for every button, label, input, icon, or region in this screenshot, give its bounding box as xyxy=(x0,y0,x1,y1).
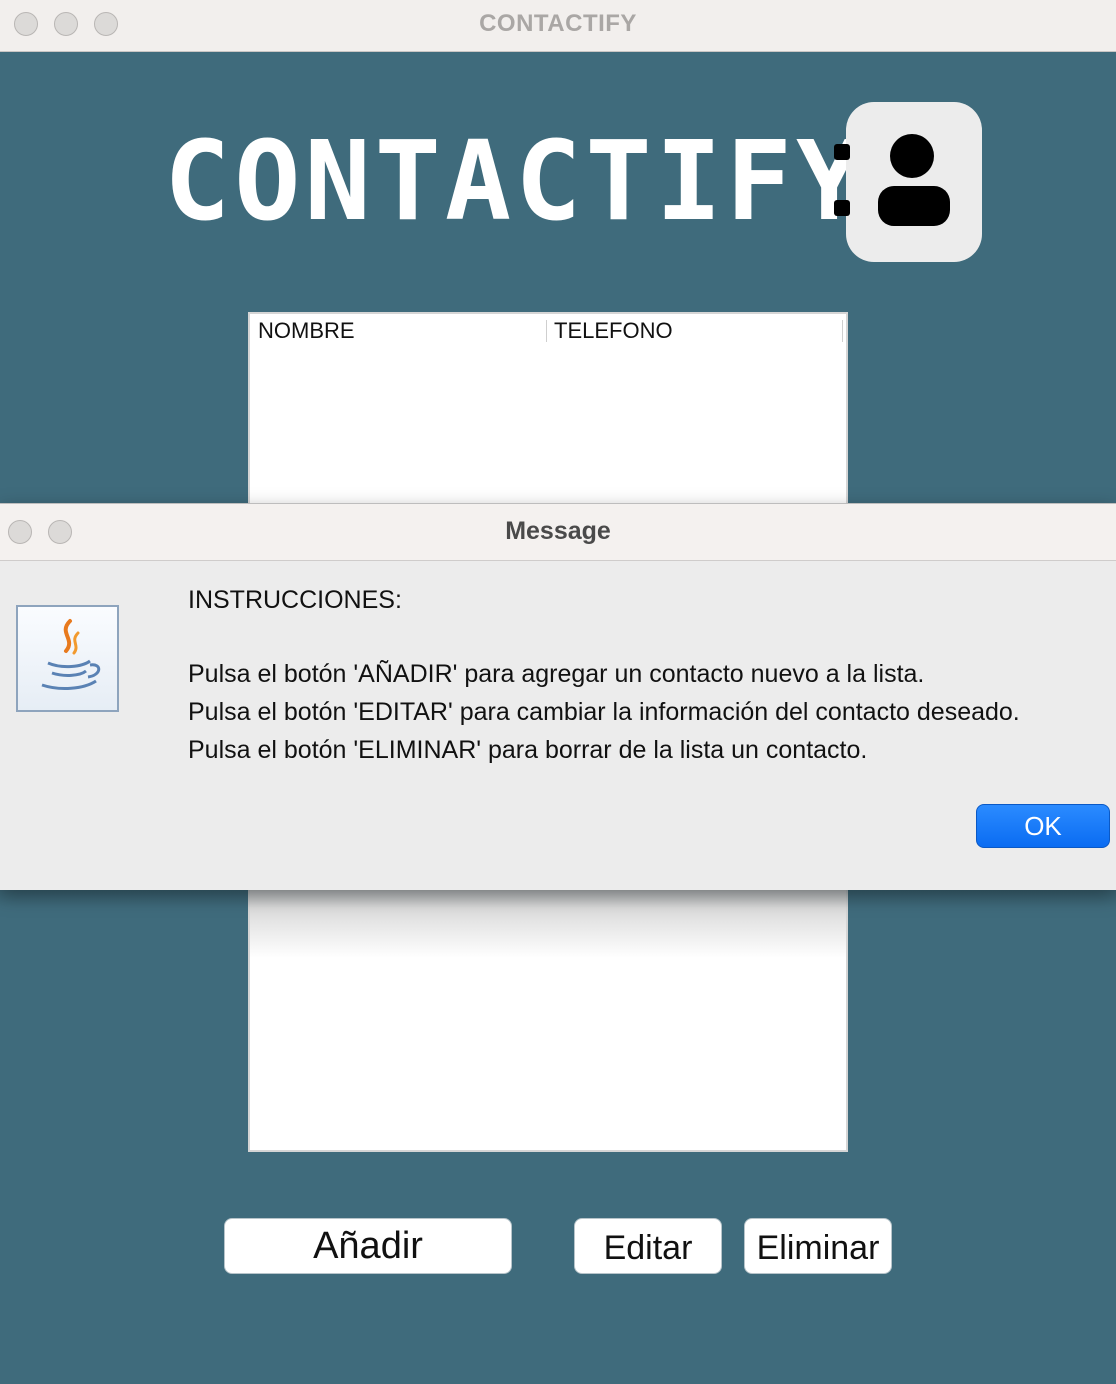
message-dialog: Message INSTRUCCIONES: Pulsa el botón 'A… xyxy=(0,503,1116,890)
window-title: CONTACTIFY xyxy=(479,10,637,37)
instruction-line-edit: Pulsa el botón 'EDITAR' para cambiar la … xyxy=(188,698,1020,726)
column-header-telefono[interactable]: TELEFONO xyxy=(554,318,673,344)
column-divider xyxy=(546,320,547,342)
dialog-titlebar: Message xyxy=(0,504,1116,561)
main-window-titlebar: CONTACTIFY xyxy=(0,0,1116,52)
logo-tab-top xyxy=(834,144,850,160)
add-button[interactable]: Añadir xyxy=(224,1218,512,1274)
ok-button[interactable]: OK xyxy=(976,804,1110,848)
column-divider xyxy=(842,320,843,342)
logo-body xyxy=(878,186,950,226)
logo-tab-bottom xyxy=(834,200,850,216)
delete-button[interactable]: Eliminar xyxy=(744,1218,892,1274)
instruction-line-add: Pulsa el botón 'AÑADIR' para agregar un … xyxy=(188,660,925,688)
app-heading: CONTACTIFY xyxy=(164,117,867,245)
logo-head xyxy=(890,134,934,178)
dialog-title: Message xyxy=(505,517,611,545)
instruction-line-delete: Pulsa el botón 'ELIMINAR' para borrar de… xyxy=(188,736,868,764)
edit-button[interactable]: Editar xyxy=(574,1218,722,1274)
java-icon xyxy=(16,605,119,712)
column-header-nombre[interactable]: NOMBRE xyxy=(258,318,355,344)
instructions-heading: INSTRUCCIONES: xyxy=(188,586,402,614)
contact-book-icon xyxy=(834,102,982,262)
